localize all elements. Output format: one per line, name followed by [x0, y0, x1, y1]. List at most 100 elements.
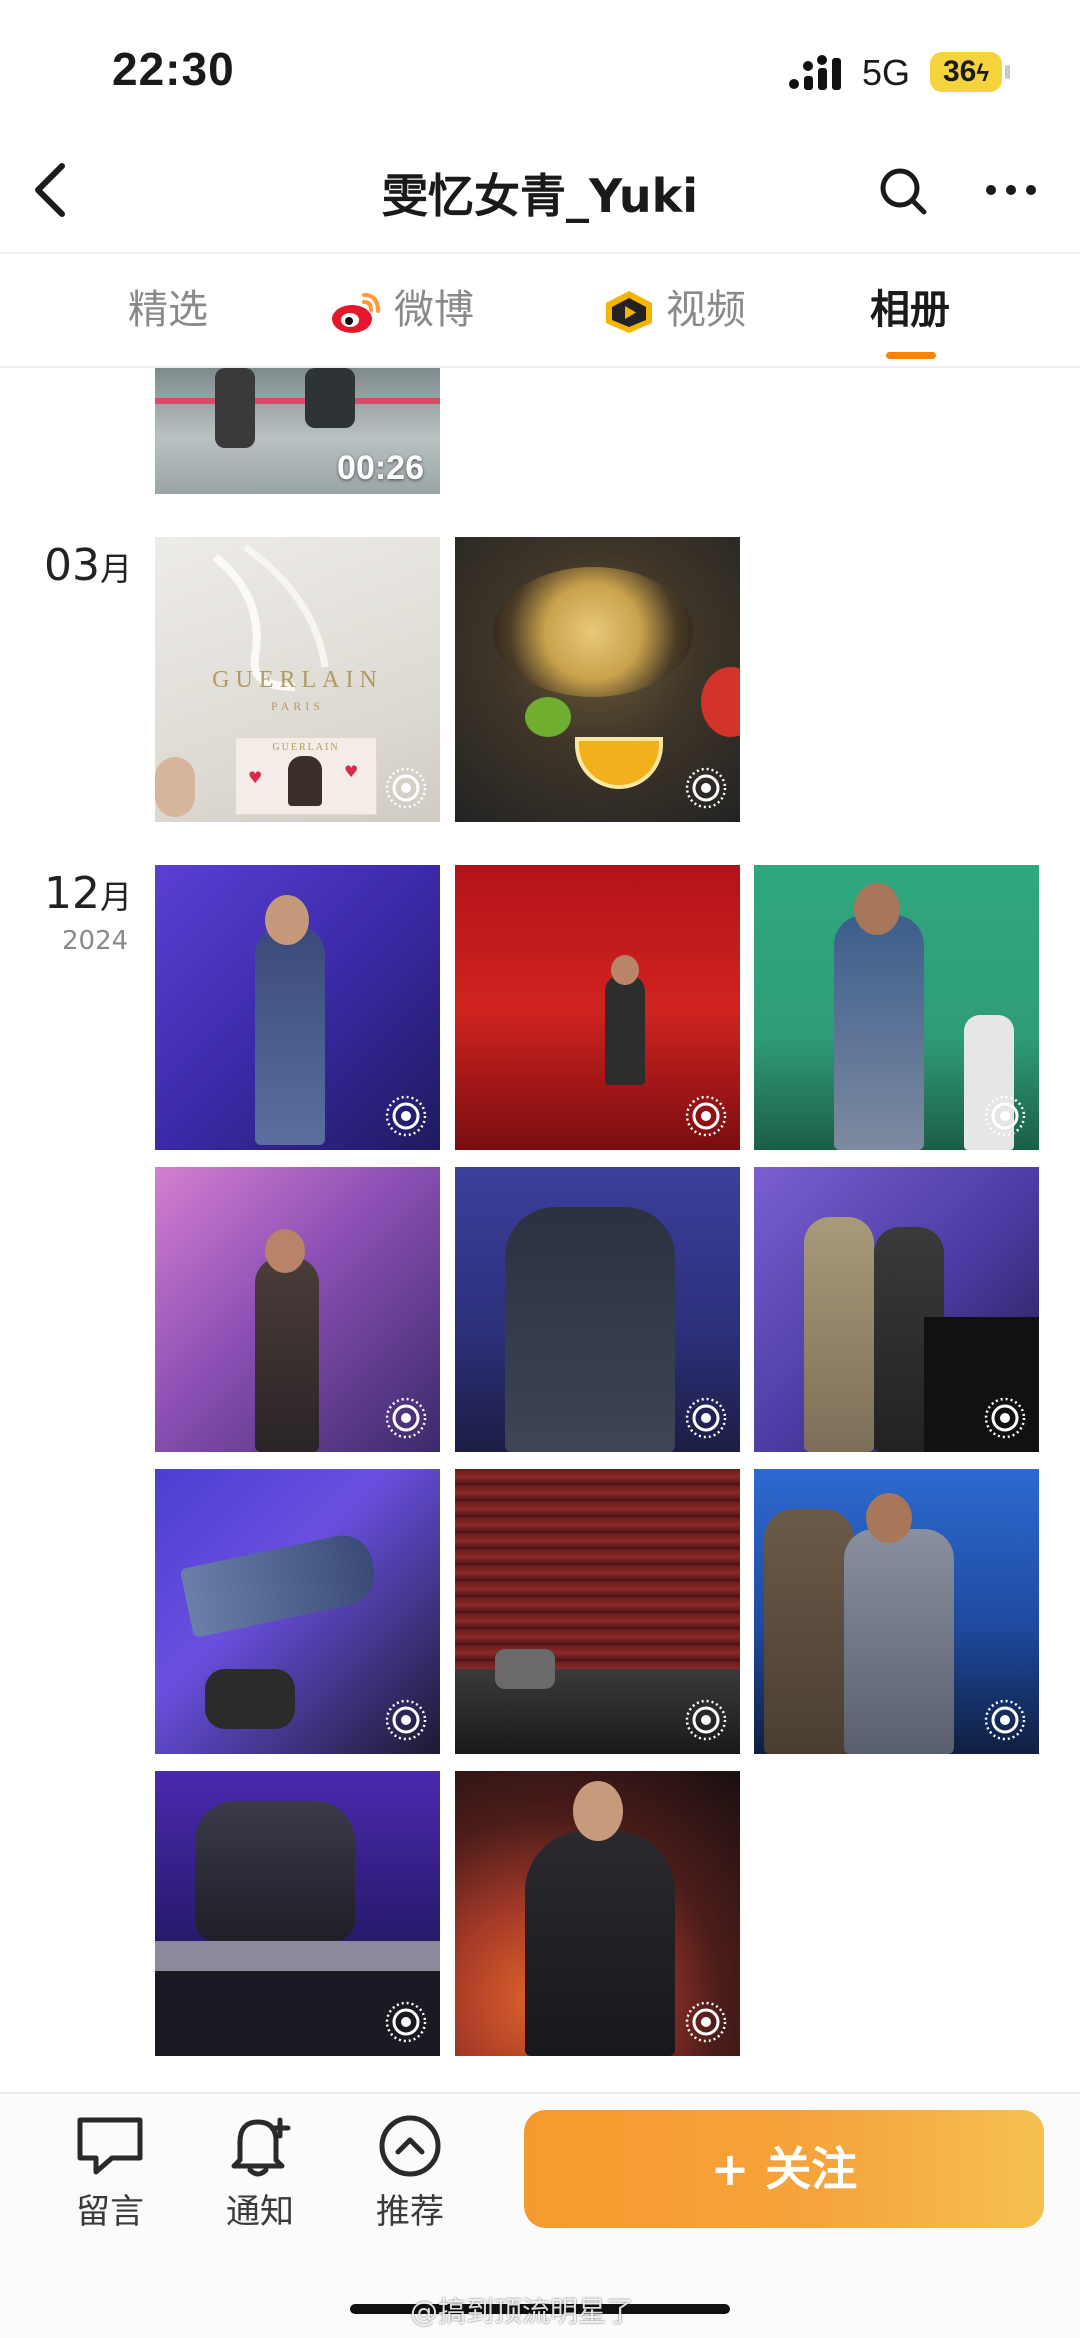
live-photo-icon: [385, 767, 427, 809]
battery-indicator: 36ϟ: [930, 52, 1010, 92]
performer-shape: [525, 1831, 675, 2056]
network-label: 5G: [862, 52, 911, 93]
performer-head-shape: [265, 895, 309, 945]
tab-album[interactable]: 相册: [870, 282, 950, 338]
tab-weibo-label: 微博: [394, 287, 474, 333]
bell-plus-icon: [231, 2117, 291, 2177]
nav-divider: [0, 252, 1080, 254]
live-photo-icon: [685, 1095, 727, 1137]
stage-edge-shape: [155, 1941, 440, 1971]
tab-featured-label: 精选: [128, 287, 208, 333]
signal-icon: [789, 55, 841, 90]
performer-shape: [255, 1257, 319, 1452]
live-photo-icon: [685, 1699, 727, 1741]
video-badge-icon: [606, 291, 652, 333]
group-month: 12: [44, 868, 100, 919]
group-month-unit: 月: [100, 878, 133, 916]
urchin-shape: [493, 567, 693, 697]
video-frame-shape: [155, 398, 440, 404]
live-photo-icon: [685, 1397, 727, 1439]
performer-shape: [179, 1530, 381, 1638]
album-photo-concert-rotated[interactable]: [155, 1469, 440, 1754]
group-year: 2024: [62, 926, 129, 956]
lime-shape: [525, 697, 571, 737]
guerlain-brand-sub: PARIS: [271, 699, 324, 713]
album-photo-concert-pink[interactable]: [155, 1167, 440, 1452]
performer-shape: [804, 1217, 874, 1452]
album-photo-guerlain[interactable]: GUERLAIN PARIS GUERLAIN ♥ ♥: [155, 537, 440, 822]
live-photo-icon: [685, 2001, 727, 2043]
performer-shape: [834, 915, 924, 1150]
performer-head-shape: [866, 1493, 912, 1543]
performer-shape: [205, 1669, 295, 1729]
performer-head-shape: [265, 1229, 305, 1273]
tab-featured[interactable]: 精选: [128, 282, 208, 338]
group-month-unit: 月: [100, 550, 133, 588]
card-portrait: [288, 756, 322, 806]
tab-video-label: 视频: [666, 287, 746, 333]
album-photo-concert-purple[interactable]: [155, 865, 440, 1150]
live-photo-icon: [984, 1095, 1026, 1137]
lemon-shape: [575, 737, 663, 789]
live-photo-icon: [984, 1397, 1026, 1439]
live-photo-icon: [385, 1699, 427, 1741]
album-photo-concert-black[interactable]: [455, 1771, 740, 2056]
status-time: 22:30: [112, 43, 235, 95]
tab-video[interactable]: 视频: [602, 282, 746, 338]
card-heart-shape: ♥: [248, 768, 263, 787]
performer-shape: [605, 975, 645, 1085]
guerlain-card: GUERLAIN ♥ ♥: [235, 737, 377, 815]
album-photo-concert-sitting[interactable]: [155, 1771, 440, 2056]
live-photo-icon: [385, 2001, 427, 2043]
card-heart-shape: ♥: [344, 762, 359, 781]
battery-level: 36: [942, 55, 977, 88]
album-photo-concert-blue[interactable]: [455, 1167, 740, 1452]
group-month-12: 12月: [44, 868, 132, 919]
follow-button[interactable]: + 关注: [524, 2110, 1044, 2228]
group-month-03: 03月: [44, 540, 132, 591]
performer-shape: [764, 1509, 854, 1754]
tab-weibo[interactable]: 微博: [330, 282, 474, 338]
album-photo-concert-dance[interactable]: [754, 1469, 1039, 1754]
video-duration: 00:26: [337, 449, 424, 487]
live-photo-icon: [385, 1095, 427, 1137]
tomato-shape: [701, 667, 740, 737]
message-icon: [77, 2117, 143, 2175]
performer-shape: [255, 925, 325, 1145]
performer-shape: [495, 1649, 555, 1689]
notify-label: 通知: [226, 2192, 294, 2232]
live-photo-icon: [685, 767, 727, 809]
performer-head-shape: [854, 883, 900, 935]
active-tab-indicator: [886, 352, 936, 359]
watermark-text: @搞到顶流明星了: [410, 2295, 635, 2328]
album-photo-concert-green[interactable]: [754, 865, 1039, 1150]
video-frame-shape: [305, 368, 355, 428]
performer-shape: [195, 1801, 355, 1941]
group-month: 03: [44, 540, 100, 591]
video-frame-shape: [215, 368, 255, 448]
album-photo-sea-urchin[interactable]: [455, 537, 740, 822]
message-label: 留言: [76, 2192, 144, 2232]
guerlain-card-text: GUERLAIN: [272, 742, 340, 753]
weibo-icon: [332, 293, 380, 333]
performer-head-shape: [611, 955, 639, 985]
guerlain-brand-text: GUERLAIN: [212, 667, 383, 693]
album-photo-concert-duo[interactable]: [754, 1167, 1039, 1452]
more-icon[interactable]: [984, 180, 1038, 200]
recommend-button[interactable]: 推荐: [350, 2114, 470, 2233]
live-photo-icon: [385, 1397, 427, 1439]
tab-album-label: 相册: [870, 287, 950, 333]
charging-icon: ϟ: [976, 60, 990, 87]
search-icon[interactable]: [878, 166, 928, 216]
recommend-label: 推荐: [376, 2192, 444, 2232]
notify-button[interactable]: 通知: [200, 2114, 320, 2233]
performer-shape: [505, 1207, 675, 1452]
album-photo-concert-red[interactable]: [455, 865, 740, 1150]
chevron-up-circle-icon: [379, 2115, 441, 2177]
performer-head-shape: [573, 1781, 623, 1841]
album-video-thumb[interactable]: 00:26: [155, 368, 440, 494]
performer-shape: [844, 1529, 954, 1754]
album-photo-concert-arena[interactable]: [455, 1469, 740, 1754]
hand-shape: [155, 757, 195, 817]
message-button[interactable]: 留言: [50, 2114, 170, 2233]
